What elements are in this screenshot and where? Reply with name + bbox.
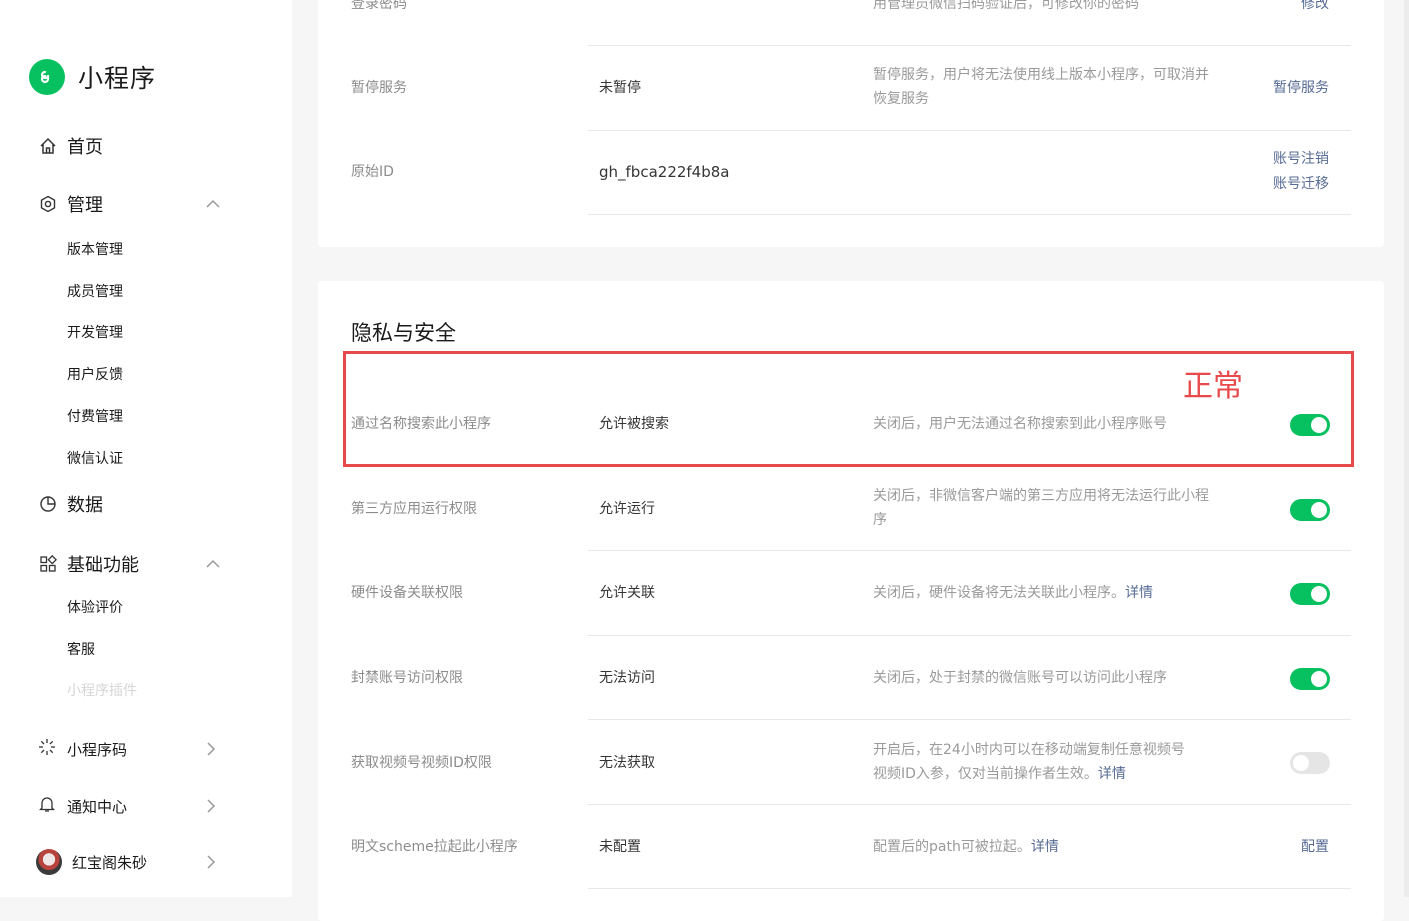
privacy-row-hardware-desc: 关闭后，硬件设备将无法关联此小程序。详情	[873, 581, 1209, 605]
nav-basic-label: 基础功能	[67, 555, 139, 576]
privacy-row-thirdparty-desc: 关闭后，非微信客户端的第三方应用将无法运行此小程序	[873, 488, 1209, 528]
row-divider	[588, 635, 1351, 636]
hardware-toggle[interactable]	[1290, 583, 1330, 605]
nav-qrcode-label: 小程序码	[67, 740, 128, 759]
section-title: 隐私与安全	[351, 321, 456, 345]
videoid-toggle[interactable]	[1290, 752, 1330, 774]
privacy-row-scheme-desc: 配置后的path可被拉起。详情	[873, 835, 1209, 859]
nav-user-account[interactable]: 红宝阁朱砂	[36, 849, 216, 875]
desc-text: 开启后，在24小时内可以在移动端复制任意视频号视频ID入参，仅对当前操作者生效。	[873, 742, 1185, 782]
pie-chart-icon	[38, 494, 58, 514]
privacy-row-scheme-value: 未配置	[599, 839, 641, 855]
grid-icon	[38, 554, 58, 574]
row-pause-service-value: 未暂停	[599, 80, 641, 96]
annotation-label: 正常	[1183, 369, 1243, 404]
row-login-password-desc: 用管理员微信扫码验证后，可修改你的密码	[873, 0, 1139, 12]
configure-link[interactable]: 配置	[1267, 835, 1329, 859]
chevron-right-icon	[206, 799, 216, 813]
miniprogram-logo-icon	[29, 59, 65, 95]
home-icon	[38, 136, 58, 156]
privacy-row-hardware-name: 硬件设备关联权限	[351, 585, 463, 601]
bell-icon	[38, 795, 56, 817]
account-migrate-link[interactable]: 账号迁移	[1267, 172, 1329, 196]
row-divider	[588, 804, 1351, 805]
privacy-row-banned-name: 封禁账号访问权限	[351, 670, 463, 686]
qrcode-sparkle-icon	[38, 738, 56, 760]
row-login-password-name: 登录密码	[351, 0, 407, 12]
sidebar: 小程序 首页 管理 版本管理 成员管理 开发管理 用户反馈 付费管理 微信认证 …	[0, 0, 292, 897]
row-divider	[588, 888, 1351, 889]
thirdparty-toggle[interactable]	[1290, 499, 1330, 521]
nav-data[interactable]: 数据	[38, 491, 220, 517]
nav-data-label: 数据	[67, 495, 103, 516]
nav-dev-manage[interactable]: 开发管理	[67, 322, 123, 342]
avatar	[36, 849, 62, 875]
nav-home-label: 首页	[67, 137, 103, 158]
chevron-right-icon	[206, 855, 216, 869]
nav-manage-label: 管理	[67, 195, 103, 216]
privacy-row-banned-desc: 关闭后，处于封禁的微信账号可以访问此小程序	[873, 670, 1167, 686]
nav-member-manage[interactable]: 成员管理	[67, 281, 123, 301]
nav-version-manage[interactable]: 版本管理	[67, 239, 123, 259]
privacy-row-banned-value: 无法访问	[599, 670, 655, 686]
privacy-row-videoid-name: 获取视频号视频ID权限	[351, 755, 492, 771]
privacy-row-thirdparty-name: 第三方应用运行权限	[351, 501, 477, 517]
modify-password-link[interactable]: 修改	[1267, 0, 1329, 16]
nav-notify-label: 通知中心	[67, 797, 128, 816]
nav-payment-manage[interactable]: 付费管理	[67, 406, 123, 426]
nav-customer-service[interactable]: 客服	[67, 639, 95, 659]
privacy-row-videoid-desc: 开启后，在24小时内可以在移动端复制任意视频号视频ID入参，仅对当前操作者生效。…	[873, 738, 1191, 786]
nav-user-feedback[interactable]: 用户反馈	[67, 364, 123, 384]
privacy-row-scheme-name: 明文scheme拉起此小程序	[351, 839, 518, 855]
nav-home[interactable]: 首页	[38, 133, 220, 159]
row-original-id-name: 原始ID	[351, 164, 394, 180]
chevron-up-icon[interactable]	[206, 559, 220, 569]
manage-icon	[38, 194, 58, 214]
pause-service-link[interactable]: 暂停服务	[1267, 76, 1329, 100]
nav-manage[interactable]: 管理	[38, 191, 220, 217]
chevron-up-icon[interactable]	[206, 199, 220, 209]
row-divider	[588, 550, 1351, 551]
nav-qrcode[interactable]: 小程序码	[38, 738, 216, 760]
desc-text: 配置后的path可被拉起。	[873, 839, 1031, 855]
row-divider	[588, 719, 1351, 720]
privacy-row-videoid-value: 无法获取	[599, 755, 655, 771]
row-pause-service-name: 暂停服务	[351, 80, 407, 96]
details-link[interactable]: 详情	[1098, 766, 1126, 782]
account-cancel-link[interactable]: 账号注销	[1267, 147, 1329, 171]
desc-text: 关闭后，硬件设备将无法关联此小程序。	[873, 585, 1125, 601]
nav-wechat-auth[interactable]: 微信认证	[67, 448, 123, 468]
user-name: 红宝阁朱砂	[72, 853, 148, 872]
app-logo[interactable]: 小程序	[29, 59, 156, 95]
chevron-right-icon	[206, 742, 216, 756]
privacy-row-thirdparty-value: 允许运行	[599, 501, 655, 517]
banned-toggle[interactable]	[1290, 668, 1330, 690]
nav-experience-review[interactable]: 体验评价	[67, 597, 123, 617]
details-link[interactable]: 详情	[1031, 839, 1059, 855]
nav-plugins[interactable]: 小程序插件	[67, 680, 137, 700]
details-link[interactable]: 详情	[1125, 585, 1153, 601]
row-pause-service-desc: 暂停服务，用户将无法使用线上版本小程序，可取消并恢复服务	[873, 67, 1209, 107]
row-original-id-value: gh_fbca222f4b8a	[599, 163, 730, 181]
privacy-row-hardware-value: 允许关联	[599, 585, 655, 601]
nav-notifications[interactable]: 通知中心	[38, 795, 216, 817]
scrollbar-track[interactable]	[1404, 0, 1409, 897]
app-title: 小程序	[78, 64, 157, 93]
nav-basic-features[interactable]: 基础功能	[38, 551, 220, 577]
